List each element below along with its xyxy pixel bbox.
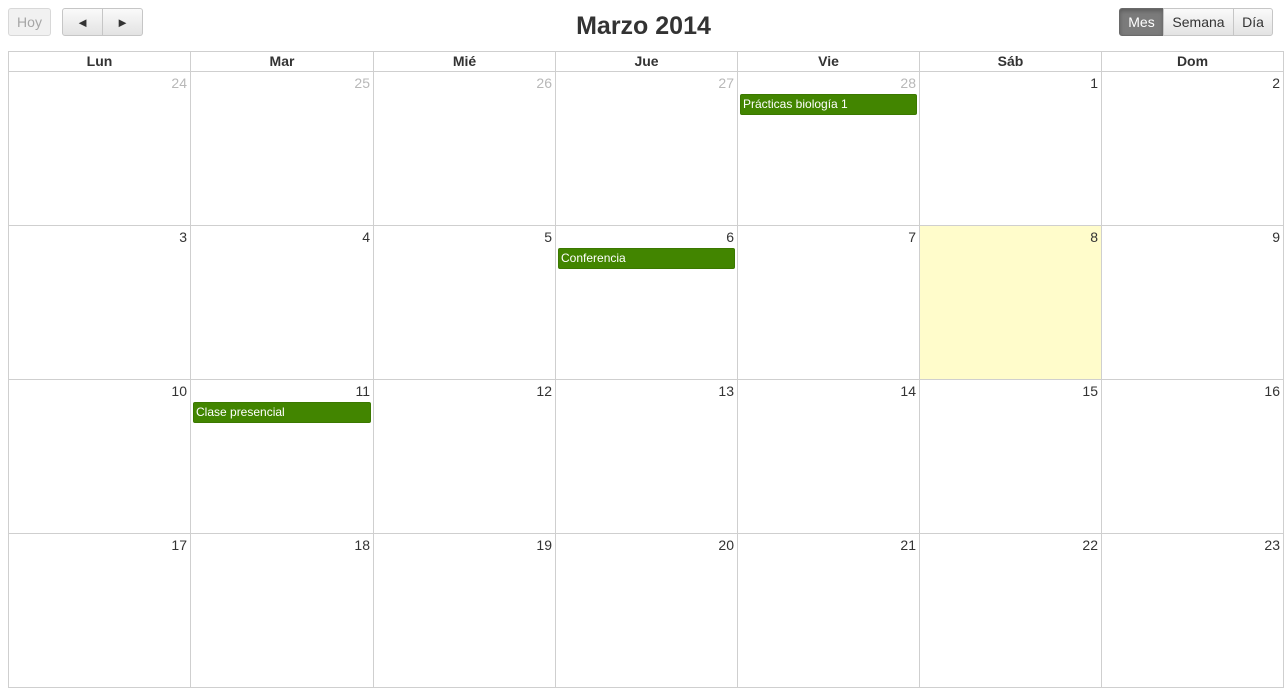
week-row: 10 11 Clase presencial 12 13 14 15 16 [8,380,1284,534]
day-number: 28 [900,75,916,91]
day-number: 18 [354,537,370,553]
day-number: 12 [536,383,552,399]
week-row: 17 18 19 20 21 22 23 [8,534,1284,688]
day-cell[interactable]: 2 [1102,72,1284,226]
day-cell[interactable]: 5 [374,226,556,380]
day-number: 27 [718,75,734,91]
calendar-event[interactable]: Conferencia [558,248,735,269]
day-cell[interactable]: 6 Conferencia [556,226,738,380]
day-cell[interactable]: 13 [556,380,738,534]
day-number: 2 [1272,75,1280,91]
day-cell[interactable]: 7 [738,226,920,380]
day-number: 22 [1082,537,1098,553]
day-number: 7 [908,229,916,245]
day-number: 21 [900,537,916,553]
day-cell[interactable]: 22 [920,534,1102,688]
day-cell[interactable]: 23 [1102,534,1284,688]
day-number: 6 [726,229,734,245]
day-number: 24 [171,75,187,91]
day-number: 15 [1082,383,1098,399]
day-cell[interactable]: 4 [191,226,374,380]
view-month-button[interactable]: Mes [1119,8,1164,36]
calendar-toolbar: Hoy ◄ ► Marzo 2014 Mes Semana Día [0,0,1287,51]
weeks-container: 24 25 26 27 28 Prácticas biología 1 1 2 3 4 5 6 Conf… [8,72,1284,688]
day-number: 25 [354,75,370,91]
day-number: 17 [171,537,187,553]
weekday-header: Mar [191,52,374,72]
day-number: 11 [355,383,370,399]
weekday-header: Vie [738,52,920,72]
day-number: 1 [1090,75,1098,91]
day-cell[interactable]: 17 [9,534,191,688]
day-number: 14 [900,383,916,399]
weekday-header: Dom [1102,52,1284,72]
day-number: 4 [362,229,370,245]
day-cell[interactable]: 28 Prácticas biología 1 [738,72,920,226]
day-cell[interactable]: 19 [374,534,556,688]
weekday-header-row: Lun Mar Mié Jue Vie Sáb Dom [8,51,1284,72]
day-number: 19 [536,537,552,553]
day-number: 23 [1264,537,1280,553]
day-cell[interactable]: 25 [191,72,374,226]
day-cell[interactable]: 26 [374,72,556,226]
day-cell[interactable]: 11 Clase presencial [191,380,374,534]
day-number: 13 [718,383,734,399]
month-grid: Lun Mar Mié Jue Vie Sáb Dom 24 25 26 27 28 Pr… [8,51,1284,688]
day-cell[interactable]: 27 [556,72,738,226]
weekday-header: Sáb [920,52,1102,72]
weekday-header: Lun [9,52,191,72]
day-number: 8 [1090,229,1098,245]
week-row: 3 4 5 6 Conferencia 7 8 9 [8,226,1284,380]
calendar-title: Marzo 2014 [576,12,711,40]
weekday-header: Mié [374,52,556,72]
calendar-event[interactable]: Clase presencial [193,402,371,423]
day-cell[interactable]: 21 [738,534,920,688]
day-number: 9 [1272,229,1280,245]
day-cell[interactable]: 10 [9,380,191,534]
day-cell[interactable]: 3 [9,226,191,380]
day-cell[interactable]: 12 [374,380,556,534]
weekday-header: Jue [556,52,738,72]
calendar-event[interactable]: Prácticas biología 1 [740,94,917,115]
day-cell[interactable]: 1 [920,72,1102,226]
day-cell[interactable]: 15 [920,380,1102,534]
day-number: 3 [179,229,187,245]
view-week-button[interactable]: Semana [1163,8,1234,36]
view-switcher: Mes Semana Día [1119,8,1273,36]
day-cell[interactable]: 20 [556,534,738,688]
day-number: 16 [1264,383,1280,399]
day-number: 5 [544,229,552,245]
day-number: 20 [718,537,734,553]
view-day-button[interactable]: Día [1233,8,1273,36]
day-cell-today[interactable]: 8 [920,226,1102,380]
day-number: 26 [536,75,552,91]
day-cell[interactable]: 9 [1102,226,1284,380]
day-cell[interactable]: 14 [738,380,920,534]
day-cell[interactable]: 16 [1102,380,1284,534]
week-row: 24 25 26 27 28 Prácticas biología 1 1 2 [8,72,1284,226]
day-cell[interactable]: 18 [191,534,374,688]
day-number: 10 [171,383,187,399]
day-cell[interactable]: 24 [9,72,191,226]
